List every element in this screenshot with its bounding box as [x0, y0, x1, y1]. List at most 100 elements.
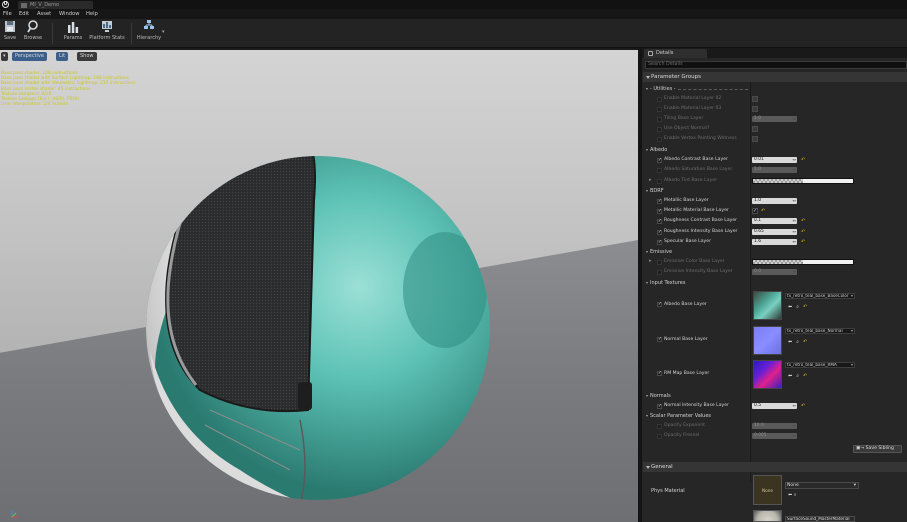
lit-button[interactable]: Lit	[56, 52, 69, 61]
platform-stats-button[interactable]: Platform Stats	[88, 20, 126, 46]
parameter-groups-header[interactable]: Parameter Groups	[643, 72, 907, 82]
override-checkbox[interactable]	[657, 260, 662, 265]
numeric-field[interactable]: 1.0	[752, 116, 797, 122]
save-button[interactable]: Save	[2, 20, 18, 46]
reset-to-default-icon[interactable]: ↶	[803, 304, 807, 310]
override-checkbox[interactable]	[657, 97, 662, 102]
reset-to-default-icon[interactable]: ↶	[803, 373, 807, 379]
use-selected-icon[interactable]: ⬅	[788, 339, 792, 345]
reset-to-default-icon[interactable]: ↶	[803, 339, 807, 345]
browse-icon[interactable]: ⌕	[796, 339, 799, 345]
value-checkbox[interactable]	[752, 136, 758, 142]
phys-material-picker[interactable]: None ▾	[785, 482, 859, 489]
menu-help[interactable]: Help	[86, 9, 98, 19]
override-checkbox[interactable]	[657, 179, 662, 184]
numeric-field[interactable]: 0.1	[752, 218, 797, 224]
viewport-options-icon[interactable]: ▾	[1, 52, 8, 61]
next-material-picker[interactable]: SurfaceSound_MasterMaterial	[785, 516, 855, 522]
numeric-field[interactable]: 0.0	[752, 269, 797, 275]
menu-window[interactable]: Window	[59, 9, 79, 19]
use-selected-icon[interactable]: ⬅	[788, 304, 792, 310]
override-checkbox[interactable]: ✓	[657, 240, 662, 245]
platform-stats-icon	[101, 20, 113, 33]
group-bdrf[interactable]: BDRF	[642, 186, 907, 196]
texture-thumbnail[interactable]	[753, 291, 782, 320]
show-button[interactable]: Show	[77, 52, 97, 61]
browse-icon[interactable]: ⌕	[796, 373, 799, 379]
override-checkbox[interactable]: ✓	[657, 302, 662, 307]
menu-file[interactable]: File	[3, 9, 12, 19]
hierarchy-button[interactable]: Hierarchy	[136, 20, 162, 46]
browse-icon[interactable]: ⌕	[796, 304, 799, 310]
group-input-textures[interactable]: Input Textures	[642, 278, 907, 288]
browse-icon[interactable]: ⌕	[794, 492, 797, 498]
color-swatch[interactable]	[752, 259, 854, 265]
override-checkbox[interactable]	[657, 137, 662, 142]
color-swatch[interactable]	[752, 178, 854, 184]
numeric-field[interactable]: 0.65	[752, 229, 797, 235]
group-emissive[interactable]: Emissive	[642, 247, 907, 257]
texture-picker[interactable]: tx_retro_teal_base_RMA ▾	[785, 362, 855, 368]
general-header[interactable]: General	[643, 462, 907, 472]
numeric-field[interactable]: 10.0	[752, 423, 797, 429]
phys-material-thumbnail[interactable]: None	[753, 475, 782, 505]
group-scalar-parameter-values[interactable]: Scalar Parameter Values	[642, 411, 907, 421]
use-selected-icon[interactable]: ⬅	[788, 373, 792, 379]
numeric-field[interactable]: 0.005	[752, 433, 797, 439]
perspective-button[interactable]: Perspective	[12, 52, 47, 61]
numeric-field[interactable]: 1.0	[752, 167, 797, 173]
params-button[interactable]: Params	[62, 20, 84, 46]
group-albedo[interactable]: Albedo	[642, 145, 907, 155]
reset-to-default-icon[interactable]: ↶	[801, 228, 805, 236]
override-checkbox[interactable]: ✓	[657, 337, 662, 342]
reset-to-default-icon[interactable]: ↶	[801, 402, 805, 410]
search-input[interactable]: Search Details	[645, 61, 907, 69]
override-checkbox[interactable]: ✓	[657, 209, 662, 214]
unreal-logo-icon[interactable]: U	[2, 1, 9, 8]
value-checkbox[interactable]	[752, 126, 758, 132]
reset-to-default-icon[interactable]: ↶	[801, 238, 805, 246]
override-checkbox[interactable]	[657, 127, 662, 132]
texture-thumbnail[interactable]	[753, 326, 782, 355]
reset-to-default-icon[interactable]: ↶	[801, 156, 805, 164]
group-utilities[interactable]: - Utilities -	[642, 84, 907, 94]
expand-arrow-icon[interactable]: ▸	[649, 258, 652, 264]
override-checkbox[interactable]: ✓	[657, 230, 662, 235]
group-normals[interactable]: Normals	[642, 391, 907, 401]
menu-edit[interactable]: Edit	[19, 9, 29, 19]
value-checkbox[interactable]	[752, 106, 758, 112]
browse-button[interactable]: Browse	[22, 20, 44, 46]
menu-asset[interactable]: Asset	[37, 9, 51, 19]
use-selected-icon[interactable]: ⬅	[788, 492, 792, 498]
save-sibling-button[interactable]: ▣→ Save Sibling	[853, 445, 902, 453]
details-tab[interactable]: Details	[644, 49, 707, 58]
override-checkbox[interactable]: ✓	[657, 404, 662, 409]
viewport[interactable]: ▾ Perspective Lit Show Base pass shader:…	[0, 50, 638, 522]
texture-picker[interactable]: tx_retro_teal_base_Normal ▾	[785, 328, 855, 334]
override-checkbox[interactable]	[657, 270, 662, 275]
override-checkbox[interactable]	[657, 424, 662, 429]
value-checkbox[interactable]	[752, 96, 758, 102]
numeric-field[interactable]: 0.5	[752, 403, 797, 409]
override-checkbox[interactable]	[657, 117, 662, 122]
reset-to-default-icon[interactable]: ↶	[801, 217, 805, 225]
reset-to-default-icon[interactable]: ↶	[761, 207, 765, 215]
override-checkbox[interactable]: ✓	[657, 371, 662, 376]
override-checkbox[interactable]	[657, 168, 662, 173]
numeric-field[interactable]: 1.6	[752, 239, 797, 245]
override-checkbox[interactable]: ✓	[657, 158, 662, 163]
next-material-thumbnail[interactable]	[753, 510, 782, 522]
override-checkbox[interactable]	[657, 107, 662, 112]
texture-thumbnail[interactable]	[753, 360, 782, 389]
texture-picker[interactable]: tx_retro_teal_base_BaseColor ▾	[785, 293, 855, 299]
override-checkbox[interactable]: ✓	[657, 199, 662, 204]
override-checkbox[interactable]	[657, 434, 662, 439]
numeric-field[interactable]: 1.0	[752, 198, 797, 204]
expand-arrow-icon[interactable]: ▸	[649, 177, 652, 183]
numeric-field[interactable]: 0.01	[752, 157, 797, 163]
override-checkbox[interactable]: ✓	[657, 219, 662, 224]
value-checkbox[interactable]: ✓	[752, 208, 758, 214]
toolbar-separator	[131, 23, 132, 44]
hierarchy-dropdown-icon[interactable]: ▾	[162, 29, 165, 35]
document-tab[interactable]: MI_V_Demo	[18, 1, 93, 9]
